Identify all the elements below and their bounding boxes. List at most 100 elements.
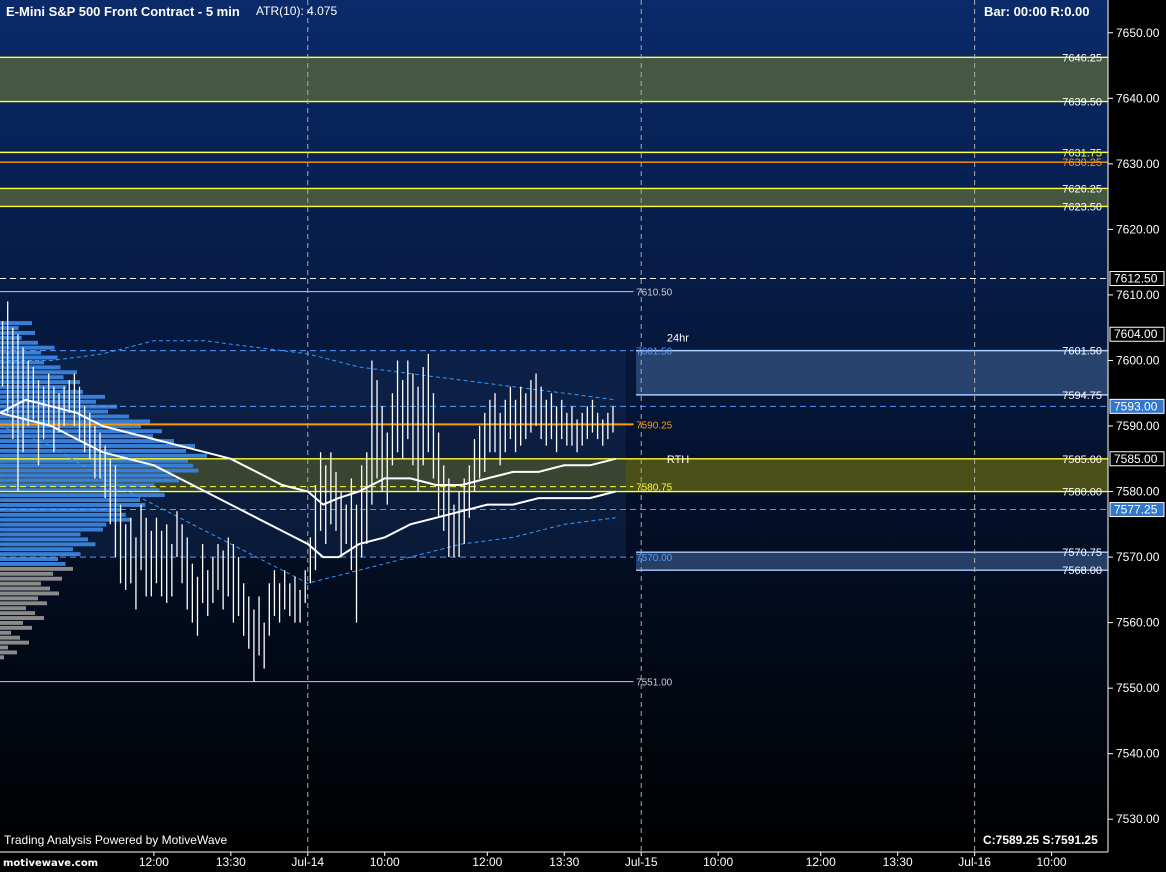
x-tick-label: 12:00: [472, 855, 502, 869]
volume-profile-bar: [0, 616, 44, 620]
volume-profile-bar: [0, 576, 62, 581]
volume-profile-bar: [0, 522, 107, 527]
y-tick-label: 7650.00: [1116, 26, 1160, 40]
volume-profile-bar: [0, 429, 162, 434]
inner-level-label: 7570.00: [636, 553, 673, 564]
volume-profile-bar: [0, 493, 165, 498]
y-tick-label: 7610.00: [1116, 288, 1160, 302]
volume-profile-bar: [0, 596, 38, 601]
x-tick-label: 10:00: [1037, 855, 1067, 869]
level-zone: [0, 188, 1108, 207]
volume-profile-bar: [0, 650, 17, 655]
y-tick-label: 7600.00: [1116, 353, 1160, 367]
volume-profile-bar: [0, 635, 20, 640]
volume-profile-bar: [0, 375, 64, 380]
x-tick-label: Jul-16: [958, 855, 991, 869]
volume-profile-bar: [0, 645, 8, 650]
chart-canvas: 7646.257639.507631.757630.257626.257623.…: [0, 0, 1166, 872]
volume-profile-bar: [0, 448, 186, 453]
y-tick-label: 7560.00: [1116, 616, 1160, 630]
inner-level-label: 7610.50: [636, 288, 673, 299]
axis-background[interactable]: [1108, 0, 1166, 872]
volume-profile-bar: [0, 439, 174, 444]
level-label: 7568.00: [1062, 565, 1102, 577]
y-tick-label: 7590.00: [1116, 419, 1160, 433]
level-label: 7594.75: [1062, 390, 1102, 402]
close-spread-readout: C:7589.25 S:7591.25: [983, 833, 1098, 847]
motivewave-logo: motivewave.com: [3, 858, 99, 869]
volume-profile-bar: [0, 537, 88, 542]
volume-profile-bar: [0, 355, 58, 360]
volume-profile-bar: [0, 360, 44, 365]
volume-profile-bar: [0, 473, 174, 478]
level-label: 7646.25: [1062, 52, 1102, 64]
volume-profile-bar: [0, 370, 77, 375]
volume-profile-bar: [0, 630, 11, 635]
level-zone: [636, 350, 1108, 395]
volume-profile-bar: [0, 561, 66, 566]
y-tick-label: 7640.00: [1116, 91, 1160, 105]
y-tick-label: 7620.00: [1116, 222, 1160, 236]
volume-profile-bar: [0, 380, 80, 385]
volume-profile-bar: [0, 611, 35, 616]
volume-profile-bar: [0, 340, 38, 345]
level-label: 7580.00: [1062, 487, 1102, 499]
y-tick-label: 7540.00: [1116, 747, 1160, 761]
level-label: 7570.75: [1062, 547, 1102, 559]
volume-profile-bar: [0, 601, 47, 606]
volume-profile-bar: [0, 547, 73, 552]
inner-level-label: 7551.00: [636, 678, 673, 689]
x-tick-label: Jul-15: [625, 855, 658, 869]
volume-profile-bar: [0, 512, 126, 517]
y-tick-label: 7630.00: [1116, 157, 1160, 171]
volume-profile-bar: [0, 453, 207, 458]
volume-profile-bar: [0, 557, 58, 561]
volume-profile-bar: [0, 321, 32, 326]
level-label: 7626.25: [1062, 183, 1102, 195]
x-tick-label: Jul-14: [291, 855, 324, 869]
inner-level-label: 7601.50: [636, 347, 673, 358]
level-label: 7601.50: [1062, 346, 1102, 358]
price-tag-label: 7577.25: [1114, 503, 1158, 517]
volume-profile-bar: [0, 571, 53, 576]
volume-profile-bar: [0, 532, 81, 537]
y-tick-label: 7550.00: [1116, 681, 1160, 695]
price-tag-label: 7604.00: [1114, 327, 1158, 341]
volume-profile-bar: [0, 463, 194, 468]
x-tick-label: 12:00: [806, 855, 836, 869]
volume-profile-bar: [0, 394, 105, 399]
volume-profile-bar: [0, 517, 131, 522]
volume-profile-bar: [0, 625, 32, 630]
level-label: 7585.00: [1062, 454, 1102, 466]
x-tick-label: 10:00: [703, 855, 733, 869]
volume-profile-bar: [0, 566, 73, 571]
x-tick-label: 13:30: [549, 855, 579, 869]
volume-profile-bar: [0, 527, 103, 532]
y-tick-label: 7580.00: [1116, 485, 1160, 499]
price-tag-label: 7593.00: [1114, 399, 1158, 413]
volume-profile-bar: [0, 655, 4, 660]
volume-profile-bar: [0, 581, 41, 586]
volume-profile-bar: [0, 620, 23, 625]
atr-readout: ATR(10): 4.075: [256, 4, 338, 18]
level-zone: [0, 57, 1108, 102]
x-tick-label: 13:30: [216, 855, 246, 869]
volume-profile-bar: [0, 503, 146, 507]
x-tick-label: 10:00: [370, 855, 400, 869]
volume-profile-bar: [0, 552, 81, 557]
price-tag-label: 7612.50: [1114, 272, 1158, 286]
volume-profile-bar: [0, 498, 140, 503]
level-label: 7630.25: [1062, 157, 1102, 169]
session-label: 24hr: [667, 333, 689, 345]
session-label: RTH: [667, 454, 689, 466]
volume-profile-bar: [0, 640, 29, 645]
volume-profile-bar: [0, 542, 96, 547]
y-tick-label: 7570.00: [1116, 550, 1160, 564]
y-tick-label: 7530.00: [1116, 812, 1160, 826]
volume-profile-bar: [0, 399, 96, 404]
volume-profile-bar: [0, 365, 61, 370]
level-zone: [636, 552, 1108, 571]
volume-profile-bar: [0, 586, 50, 591]
volume-profile-bar: [0, 444, 195, 448]
volume-profile-bar: [0, 606, 26, 611]
